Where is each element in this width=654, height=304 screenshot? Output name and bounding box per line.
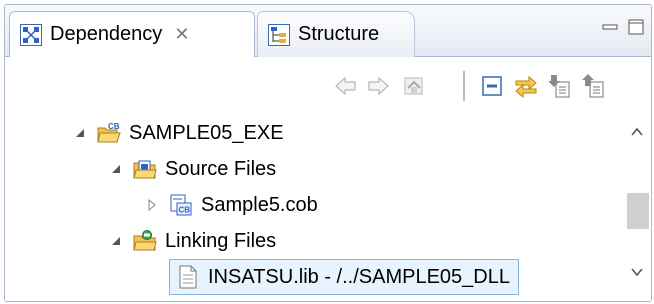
minimize-icon[interactable] [601,19,619,35]
scroll-up-icon[interactable] [629,125,645,139]
toolbar-separator [463,71,465,101]
tree-item-label: Source Files [165,157,277,180]
structure-view-icon [268,23,290,46]
forward-icon[interactable] [365,73,391,99]
tree-item-label: Sample5.cob [201,193,318,216]
library-file-icon [179,265,197,289]
tree-item-insatsu-lib[interactable]: INSATSU.lib - /../SAMPLE05_DLL [145,259,519,295]
scrollbar-thumb[interactable] [627,193,649,229]
view-tab-bar: Dependency ✕ Structure [5,5,651,57]
tab-dependency-label: Dependency [50,23,163,45]
tab-dependency[interactable]: Dependency ✕ [9,11,255,57]
expanded-twisty-icon[interactable] [109,234,123,248]
tree-item-label: INSATSU.lib - /../SAMPLE05_DLL [208,265,510,288]
cobol-project-icon: CB [97,122,121,143]
expanded-twisty-icon[interactable] [109,162,123,176]
tree-item-label: Linking Files [165,229,277,252]
dependency-tree: CB SAMPLE05_EXE Source Files CB Sample5.… [5,113,625,301]
dependency-view-panel: Dependency ✕ Structure CB SAMPLE05_EXE S… [4,4,652,302]
tree-item-sample05-exe[interactable]: CB SAMPLE05_EXE [73,115,284,151]
expanded-twisty-icon[interactable] [73,126,87,140]
selected-tree-item[interactable]: INSATSU.lib - /../SAMPLE05_DLL [169,259,519,295]
dependency-view-icon [20,23,42,46]
svg-text:CB: CB [179,206,191,215]
twisty-placeholder [145,270,159,284]
tree-item-sample5-cob[interactable]: CB Sample5.cob [145,187,318,223]
collapsed-twisty-icon[interactable] [145,198,159,212]
tab-structure[interactable]: Structure [257,11,415,57]
scroll-down-icon[interactable] [629,265,645,279]
import-icon[interactable] [547,73,573,99]
tree-item-source-files[interactable]: Source Files [109,151,276,187]
link-with-editor-icon[interactable] [513,73,539,99]
export-icon[interactable] [581,73,607,99]
tab-structure-label: Structure [298,23,380,45]
cobol-file-icon: CB [170,194,192,216]
close-icon[interactable]: ✕ [174,24,189,45]
home-icon[interactable] [401,73,427,99]
svg-text:CB: CB [108,122,120,131]
tree-item-linking-files[interactable]: Linking Files [109,223,276,259]
vertical-scrollbar[interactable] [623,113,651,301]
view-toolbar [5,57,651,113]
back-icon[interactable] [333,73,359,99]
collapse-all-icon[interactable] [479,73,505,99]
tree-item-label: SAMPLE05_EXE [129,121,284,144]
source-folder-icon [133,160,157,179]
maximize-icon[interactable] [627,19,645,35]
linking-folder-icon [133,230,157,251]
